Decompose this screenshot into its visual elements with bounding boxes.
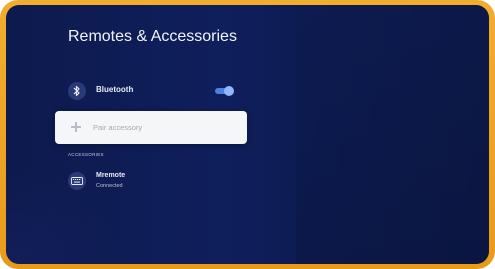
bluetooth-row[interactable]: Bluetooth [68, 80, 248, 102]
pair-accessory-button[interactable]: Pair accessory [55, 111, 247, 144]
bluetooth-icon [68, 82, 86, 100]
bluetooth-label: Bluetooth [96, 85, 134, 94]
toggle-knob [224, 86, 234, 96]
accessory-status: Connected [96, 183, 123, 189]
page-title: Remotes & Accessories [68, 28, 237, 45]
plus-icon [71, 122, 81, 132]
bluetooth-toggle[interactable] [215, 86, 234, 96]
pair-accessory-label: Pair accessory [93, 123, 143, 132]
device-frame: Remotes & Accessories Bluetooth Pair acc… [0, 0, 495, 269]
accessory-item-mremote[interactable]: Mremote Connected [68, 166, 248, 196]
right-panel [296, 5, 489, 264]
accessories-section-header: ACCESSORIES [68, 152, 104, 157]
settings-screen: Remotes & Accessories Bluetooth Pair acc… [6, 5, 489, 264]
keyboard-icon [68, 172, 86, 190]
accessory-name: Mremote [96, 172, 126, 179]
